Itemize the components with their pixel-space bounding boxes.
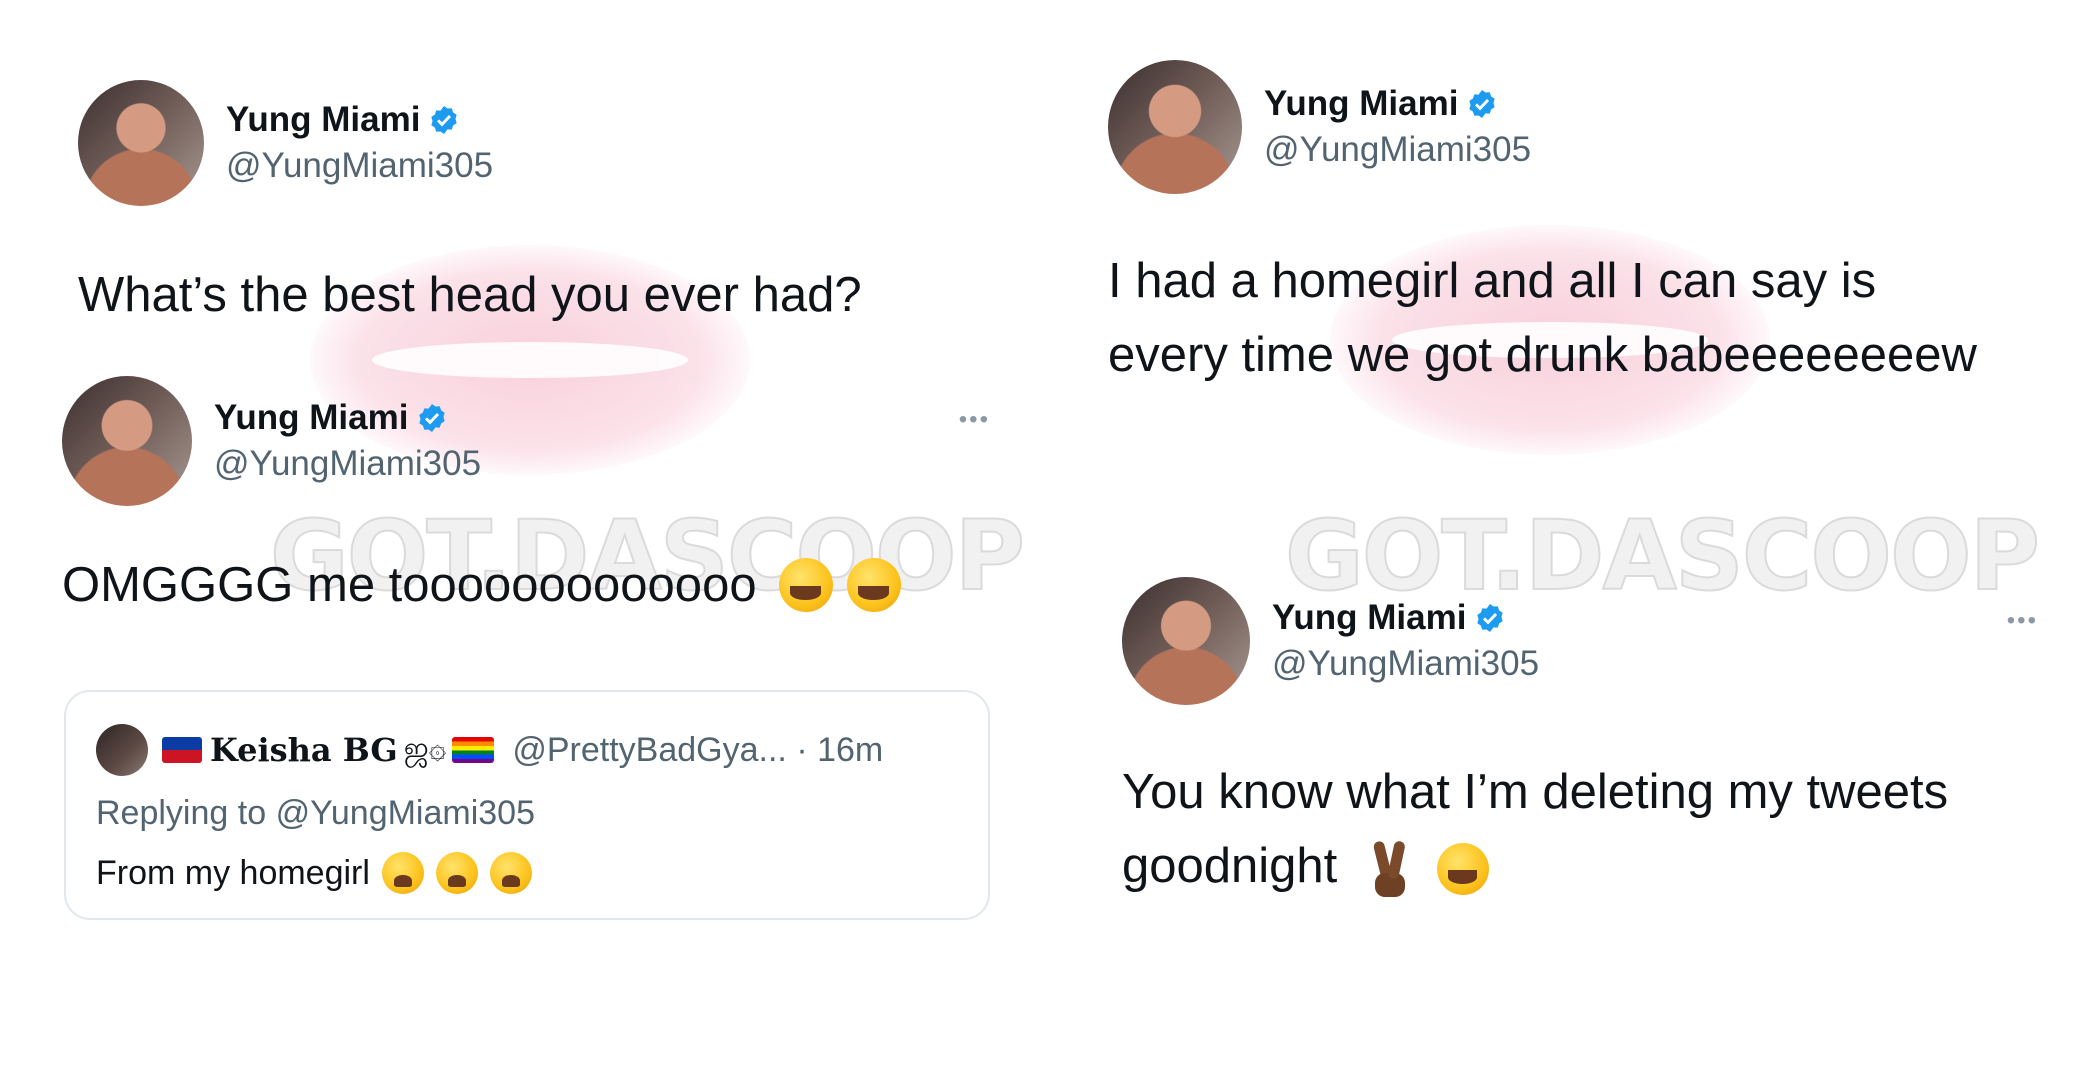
more-options-icon[interactable]: ••• — [2007, 607, 2038, 635]
tweet-text-content: You know what I’m deleting my tweets goo… — [1122, 765, 1949, 893]
replying-to-label: Replying to — [96, 794, 267, 832]
replying-to-handle[interactable]: @YungMiami305 — [276, 794, 535, 832]
victory-hand-emoji — [1369, 841, 1411, 898]
verified-badge-icon — [431, 106, 458, 134]
tweet-header: Yung Miami @YungMiami305 ••• — [62, 376, 990, 506]
rolling-on-floor-laughing-emoji — [778, 558, 833, 612]
tweet-text: I had a homegirl and all I can say is ev… — [1108, 254, 1977, 382]
quoted-avatar[interactable] — [96, 724, 148, 776]
avatar[interactable] — [62, 376, 192, 506]
tweet-4[interactable]: Yung Miami @YungMiami305 ••• You know wh… — [1122, 577, 2038, 903]
quoted-display-name[interactable]: Keisha BG — [210, 731, 398, 769]
author-block: Yung Miami @YungMiami305 — [214, 398, 481, 484]
weary-face-emoji — [489, 852, 532, 894]
verified-badge-icon — [419, 404, 446, 432]
avatar[interactable] — [78, 80, 204, 206]
handle[interactable]: @YungMiami305 — [226, 146, 493, 186]
rainbow-flag-icon — [452, 737, 495, 763]
tweet-2[interactable]: Yung Miami @YungMiami305 ••• OMGGGG me t… — [62, 376, 990, 622]
quoted-tweet-header: Keisha BG ஜ۞ @PrettyBadGya... · 16m — [96, 724, 883, 776]
quoted-tweet[interactable]: Keisha BG ஜ۞ @PrettyBadGya... · 16m Repl… — [64, 690, 990, 920]
verified-badge-icon — [1477, 604, 1504, 632]
weary-face-emoji — [381, 852, 424, 894]
replying-to: Replying to @YungMiami305 — [96, 794, 535, 833]
tweet-1[interactable]: Yung Miami @YungMiami305 What’s the best… — [78, 80, 978, 332]
more-options-icon[interactable]: ••• — [959, 406, 990, 434]
author-block: Yung Miami @YungMiami305 — [1264, 84, 1531, 170]
display-name[interactable]: Yung Miami — [226, 100, 420, 140]
tweet-header: Yung Miami @YungMiami305 — [78, 80, 978, 206]
verified-badge-icon — [1469, 90, 1496, 118]
quoted-tweet-text: From my homegirl — [96, 852, 532, 894]
author-block: Yung Miami @YungMiami305 — [226, 100, 493, 186]
quoted-handle-time[interactable]: @PrettyBadGya... · 16m — [512, 731, 883, 770]
avatar[interactable] — [1108, 60, 1242, 194]
tweet-text: What’s the best head you ever had? — [78, 268, 862, 322]
display-name[interactable]: Yung Miami — [1264, 84, 1458, 124]
tweet-text: You know what I’m deleting my tweets goo… — [1122, 755, 2022, 903]
avatar[interactable] — [1122, 577, 1250, 705]
display-name[interactable]: Yung Miami — [214, 398, 408, 438]
rolling-on-floor-laughing-emoji — [1436, 843, 1489, 896]
tweet-text-content: OMGGGG me tooooooooooooo — [62, 558, 757, 612]
tweet-text: OMGGGG me tooooooooooooo — [62, 548, 990, 622]
quoted-text-content: From my homegirl — [96, 853, 370, 892]
weary-face-emoji — [435, 852, 478, 894]
handle[interactable]: @YungMiami305 — [1272, 644, 1539, 684]
handle[interactable]: @YungMiami305 — [214, 444, 481, 484]
handle[interactable]: @YungMiami305 — [1264, 130, 1531, 170]
rolling-on-floor-laughing-emoji — [846, 558, 901, 612]
tweet-header: Yung Miami @YungMiami305 ••• — [1122, 577, 2038, 705]
author-block: Yung Miami @YungMiami305 — [1272, 598, 1539, 684]
display-name[interactable]: Yung Miami — [1272, 598, 1466, 638]
haiti-flag-icon — [162, 737, 202, 763]
quoted-name-symbols: ஜ۞ — [403, 731, 447, 765]
tweet-header: Yung Miami @YungMiami305 — [1108, 60, 2008, 194]
tweet-3[interactable]: Yung Miami @YungMiami305 I had a homegir… — [1108, 60, 2008, 392]
